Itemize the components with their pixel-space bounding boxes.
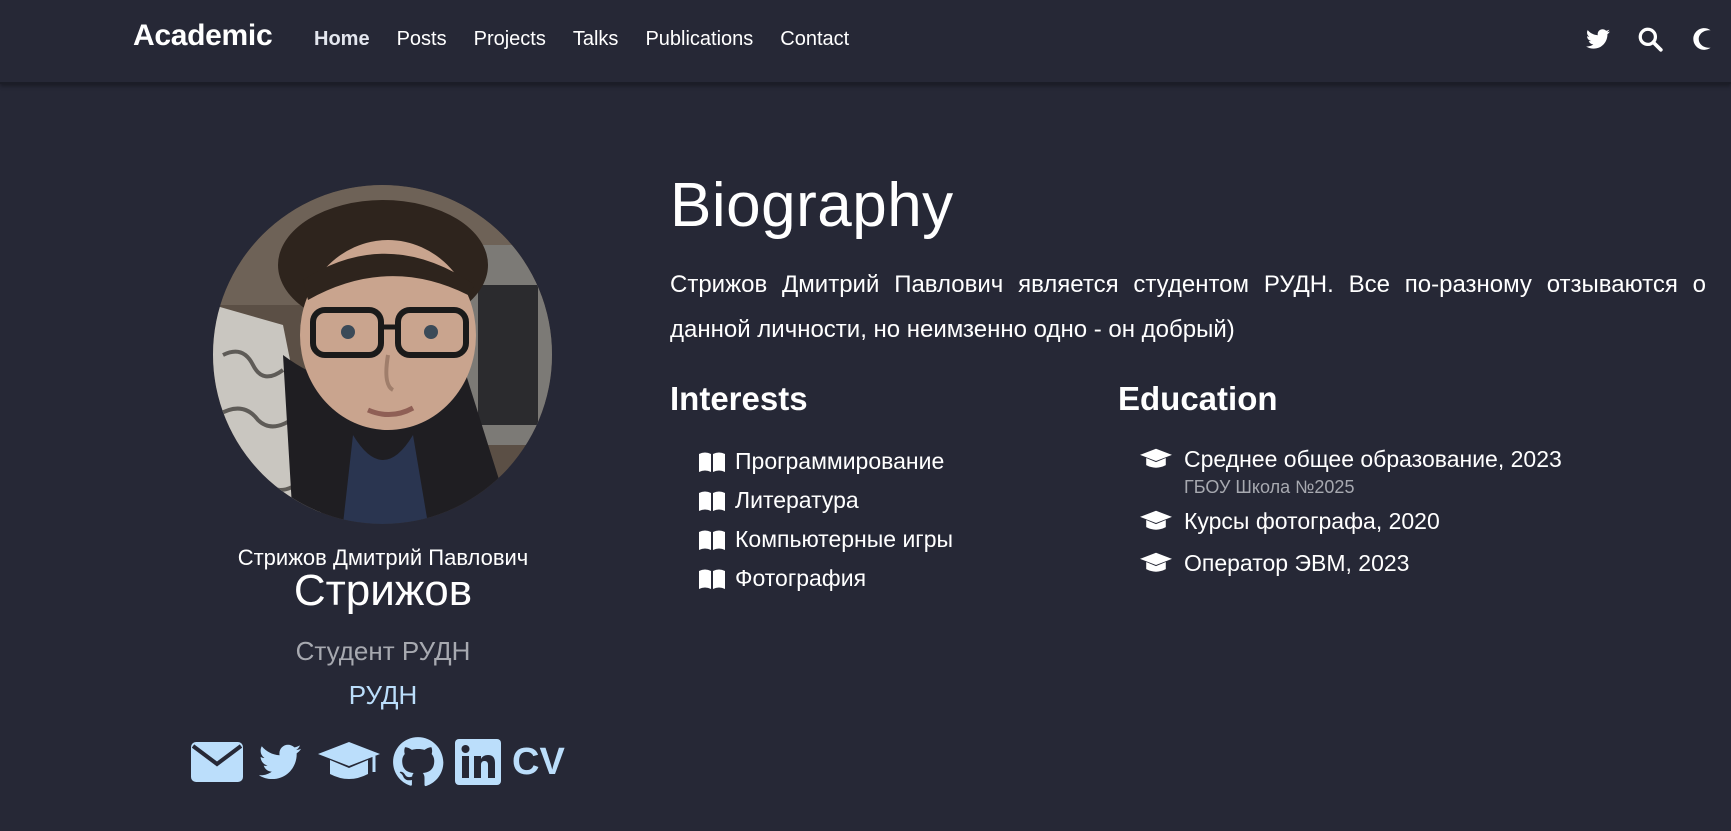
interests-list: Программирование Литература Компьютерные… bbox=[698, 442, 953, 598]
profile-role: Студент РУДН bbox=[295, 636, 471, 666]
education-course: Курсы фотографа, 2020 bbox=[1184, 508, 1440, 534]
nav-link-talks[interactable]: Talks bbox=[573, 28, 619, 51]
navbar: Academic Home Posts Projects Talks Publi… bbox=[0, 0, 1731, 84]
graduation-cap-icon bbox=[1140, 448, 1172, 468]
nav-icons bbox=[1585, 26, 1715, 52]
education-title: Education bbox=[1118, 380, 1278, 417]
education-course: Оператор ЭВМ, 2023 bbox=[1184, 550, 1410, 576]
interest-label: Программирование bbox=[735, 448, 945, 474]
list-item: Среднее общее образование, 2023 ГБОУ Шко… bbox=[1139, 442, 1562, 504]
interest-label: Фотография bbox=[735, 565, 867, 591]
book-icon bbox=[699, 491, 725, 511]
twitter-icon[interactable] bbox=[254, 739, 306, 785]
education-list: Среднее общее образование, 2023 ГБОУ Шко… bbox=[1139, 442, 1562, 588]
brand-logo[interactable]: Academic bbox=[133, 19, 273, 53]
nav-link-projects[interactable]: Projects bbox=[474, 28, 546, 51]
list-item: Компьютерные игры bbox=[698, 520, 953, 559]
education-course: Среднее общее образование, 2023 bbox=[1184, 446, 1562, 472]
list-item: Литература bbox=[698, 481, 953, 520]
graduation-cap-icon bbox=[1140, 552, 1172, 572]
cv-icon[interactable]: CV bbox=[512, 738, 565, 786]
social-links: CV bbox=[190, 736, 565, 788]
nav-link-home[interactable]: Home bbox=[314, 28, 370, 51]
nav-link-posts[interactable]: Posts bbox=[397, 28, 447, 51]
list-item: Оператор ЭВМ, 2023 bbox=[1139, 546, 1562, 580]
search-icon[interactable] bbox=[1637, 26, 1663, 52]
interest-label: Литература bbox=[735, 487, 859, 513]
avatar bbox=[213, 185, 552, 524]
interests-title: Interests bbox=[670, 380, 808, 417]
education-entry: Среднее общее образование, 2023 ГБОУ Шко… bbox=[1184, 442, 1562, 504]
moon-icon[interactable] bbox=[1689, 26, 1715, 52]
nav-links: Home Posts Projects Talks Publications C… bbox=[314, 28, 876, 51]
book-icon bbox=[699, 452, 725, 472]
education-institution: ГБОУ Школа №2025 bbox=[1184, 477, 1355, 497]
avatar-photo bbox=[213, 185, 552, 524]
envelope-icon[interactable] bbox=[190, 740, 244, 784]
linkedin-icon[interactable] bbox=[454, 738, 502, 786]
nav-link-contact[interactable]: Contact bbox=[780, 28, 849, 51]
twitter-icon[interactable] bbox=[1585, 26, 1611, 52]
profile-organization-link[interactable]: РУДН bbox=[233, 680, 533, 711]
nav-link-publications[interactable]: Publications bbox=[645, 28, 753, 51]
book-icon bbox=[699, 569, 725, 589]
graduation-cap-icon bbox=[1140, 510, 1172, 530]
github-icon[interactable] bbox=[392, 736, 444, 788]
book-icon bbox=[699, 530, 725, 550]
biography-text: Стрижов Дмитрий Павлович является студен… bbox=[670, 271, 1706, 343]
interest-label: Компьютерные игры bbox=[735, 526, 954, 552]
profile-display-name: Стрижов bbox=[293, 566, 473, 615]
graduation-cap-icon[interactable] bbox=[316, 738, 382, 786]
list-item: Курсы фотографа, 2020 bbox=[1139, 504, 1562, 538]
list-item: Программирование bbox=[698, 442, 953, 481]
biography-title: Biography bbox=[670, 171, 954, 240]
list-item: Фотография bbox=[698, 559, 953, 598]
